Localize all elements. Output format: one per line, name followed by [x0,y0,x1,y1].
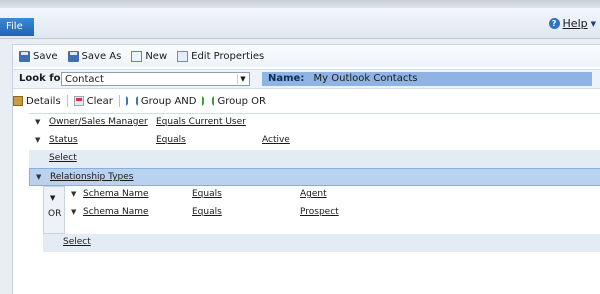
criteria-grid: ▼ Owner/Sales Manager Equals Current Use… [29,113,600,252]
edit-properties-button[interactable]: Edit Properties [177,50,265,62]
toolbar: Save Save As New Edit Properties [13,45,600,67]
field-value[interactable]: Agent [300,189,327,199]
new-label: New [145,50,168,62]
ribbon-bar [0,8,600,39]
operator[interactable]: Equals [192,207,222,217]
field-name[interactable]: Schema Name [83,207,149,217]
save-as-button[interactable]: Save As [67,50,122,62]
chevron-down-icon[interactable]: ▼ [35,136,40,144]
field-name[interactable]: Status [49,135,78,145]
help-label: Help [562,17,588,30]
or-group: ▼ OR ▼ Schema Name Equals Agent ▼ Schema… [43,186,600,234]
separator [66,95,68,107]
chevron-down-icon[interactable]: ▼ [237,74,248,84]
separator [118,95,120,107]
operator[interactable]: Equals [192,189,222,199]
help-menu[interactable]: ? Help ▼ [548,17,596,30]
group-or-button[interactable]: Group OR [202,95,266,107]
or-label: OR [48,209,62,219]
details-button[interactable]: Details [13,96,61,107]
edit-properties-label: Edit Properties [191,50,265,62]
operator[interactable]: Equals [156,135,186,145]
chevron-down-icon: ▼ [590,19,596,28]
field-name[interactable]: Owner/Sales Manager [49,117,148,127]
save-icon [19,50,30,62]
criteria-row: ▼ Schema Name Equals Prospect [67,204,600,222]
group-or-label: Group OR [217,95,266,107]
advanced-find-panel: Save Save As New Edit Properties Look fo… [12,44,600,294]
criteria-row: ▼ Owner/Sales Manager Equals Current Use… [29,114,600,132]
file-tab[interactable]: File [0,18,34,36]
select-row: Select [29,150,600,168]
group-or-icon [202,96,215,106]
group-and-label: Group AND [140,95,197,107]
select-link[interactable]: Select [49,153,77,163]
group-and-button[interactable]: Group AND [125,95,197,107]
save-as-icon [67,50,79,62]
chevron-down-icon[interactable]: ▼ [71,190,76,198]
look-for-select[interactable]: Contact ▼ [61,72,250,86]
clear-icon [73,96,84,106]
or-group-box[interactable]: ▼ OR [43,186,65,234]
select-row: Select [43,234,600,252]
look-for-value: Contact [65,74,104,85]
look-for-row: Look for: Contact ▼ Name: My Outlook Con… [13,69,600,89]
related-entity-row[interactable]: ▼ Relationship Types [29,168,600,186]
details-icon [13,96,23,106]
operator[interactable]: Equals Current User [156,117,246,127]
criteria-row: ▼ Schema Name Equals Agent [67,186,600,204]
group-and-icon [125,96,138,106]
chevron-down-icon[interactable]: ▼ [36,173,41,181]
select-link[interactable]: Select [63,237,91,247]
field-value[interactable]: Active [262,135,290,145]
name-label: Name: [268,73,305,84]
name-value: My Outlook Contacts [313,73,418,84]
field-name[interactable]: Schema Name [83,189,149,199]
chevron-down-icon[interactable]: ▼ [71,208,76,216]
save-as-label: Save As [81,50,122,62]
relationship-types-link[interactable]: Relationship Types [50,172,133,182]
new-icon [131,50,143,62]
help-icon: ? [548,18,560,29]
chevron-down-icon[interactable]: ▼ [50,194,55,202]
window-title-strip [0,0,600,8]
criteria-row: ▼ Status Equals Active [29,132,600,150]
save-label: Save [33,50,58,62]
view-name-box: Name: My Outlook Contacts [262,72,592,86]
criteria-toolbar: Details Clear Group AND Group OR [13,91,600,111]
save-button[interactable]: Save [19,50,58,62]
new-button[interactable]: New [131,50,168,62]
edit-properties-icon [177,50,189,62]
details-label: Details [26,95,61,107]
field-value[interactable]: Prospect [300,207,339,217]
chevron-down-icon[interactable]: ▼ [35,118,40,126]
clear-button[interactable]: Clear [73,95,113,107]
clear-label: Clear [86,95,113,107]
